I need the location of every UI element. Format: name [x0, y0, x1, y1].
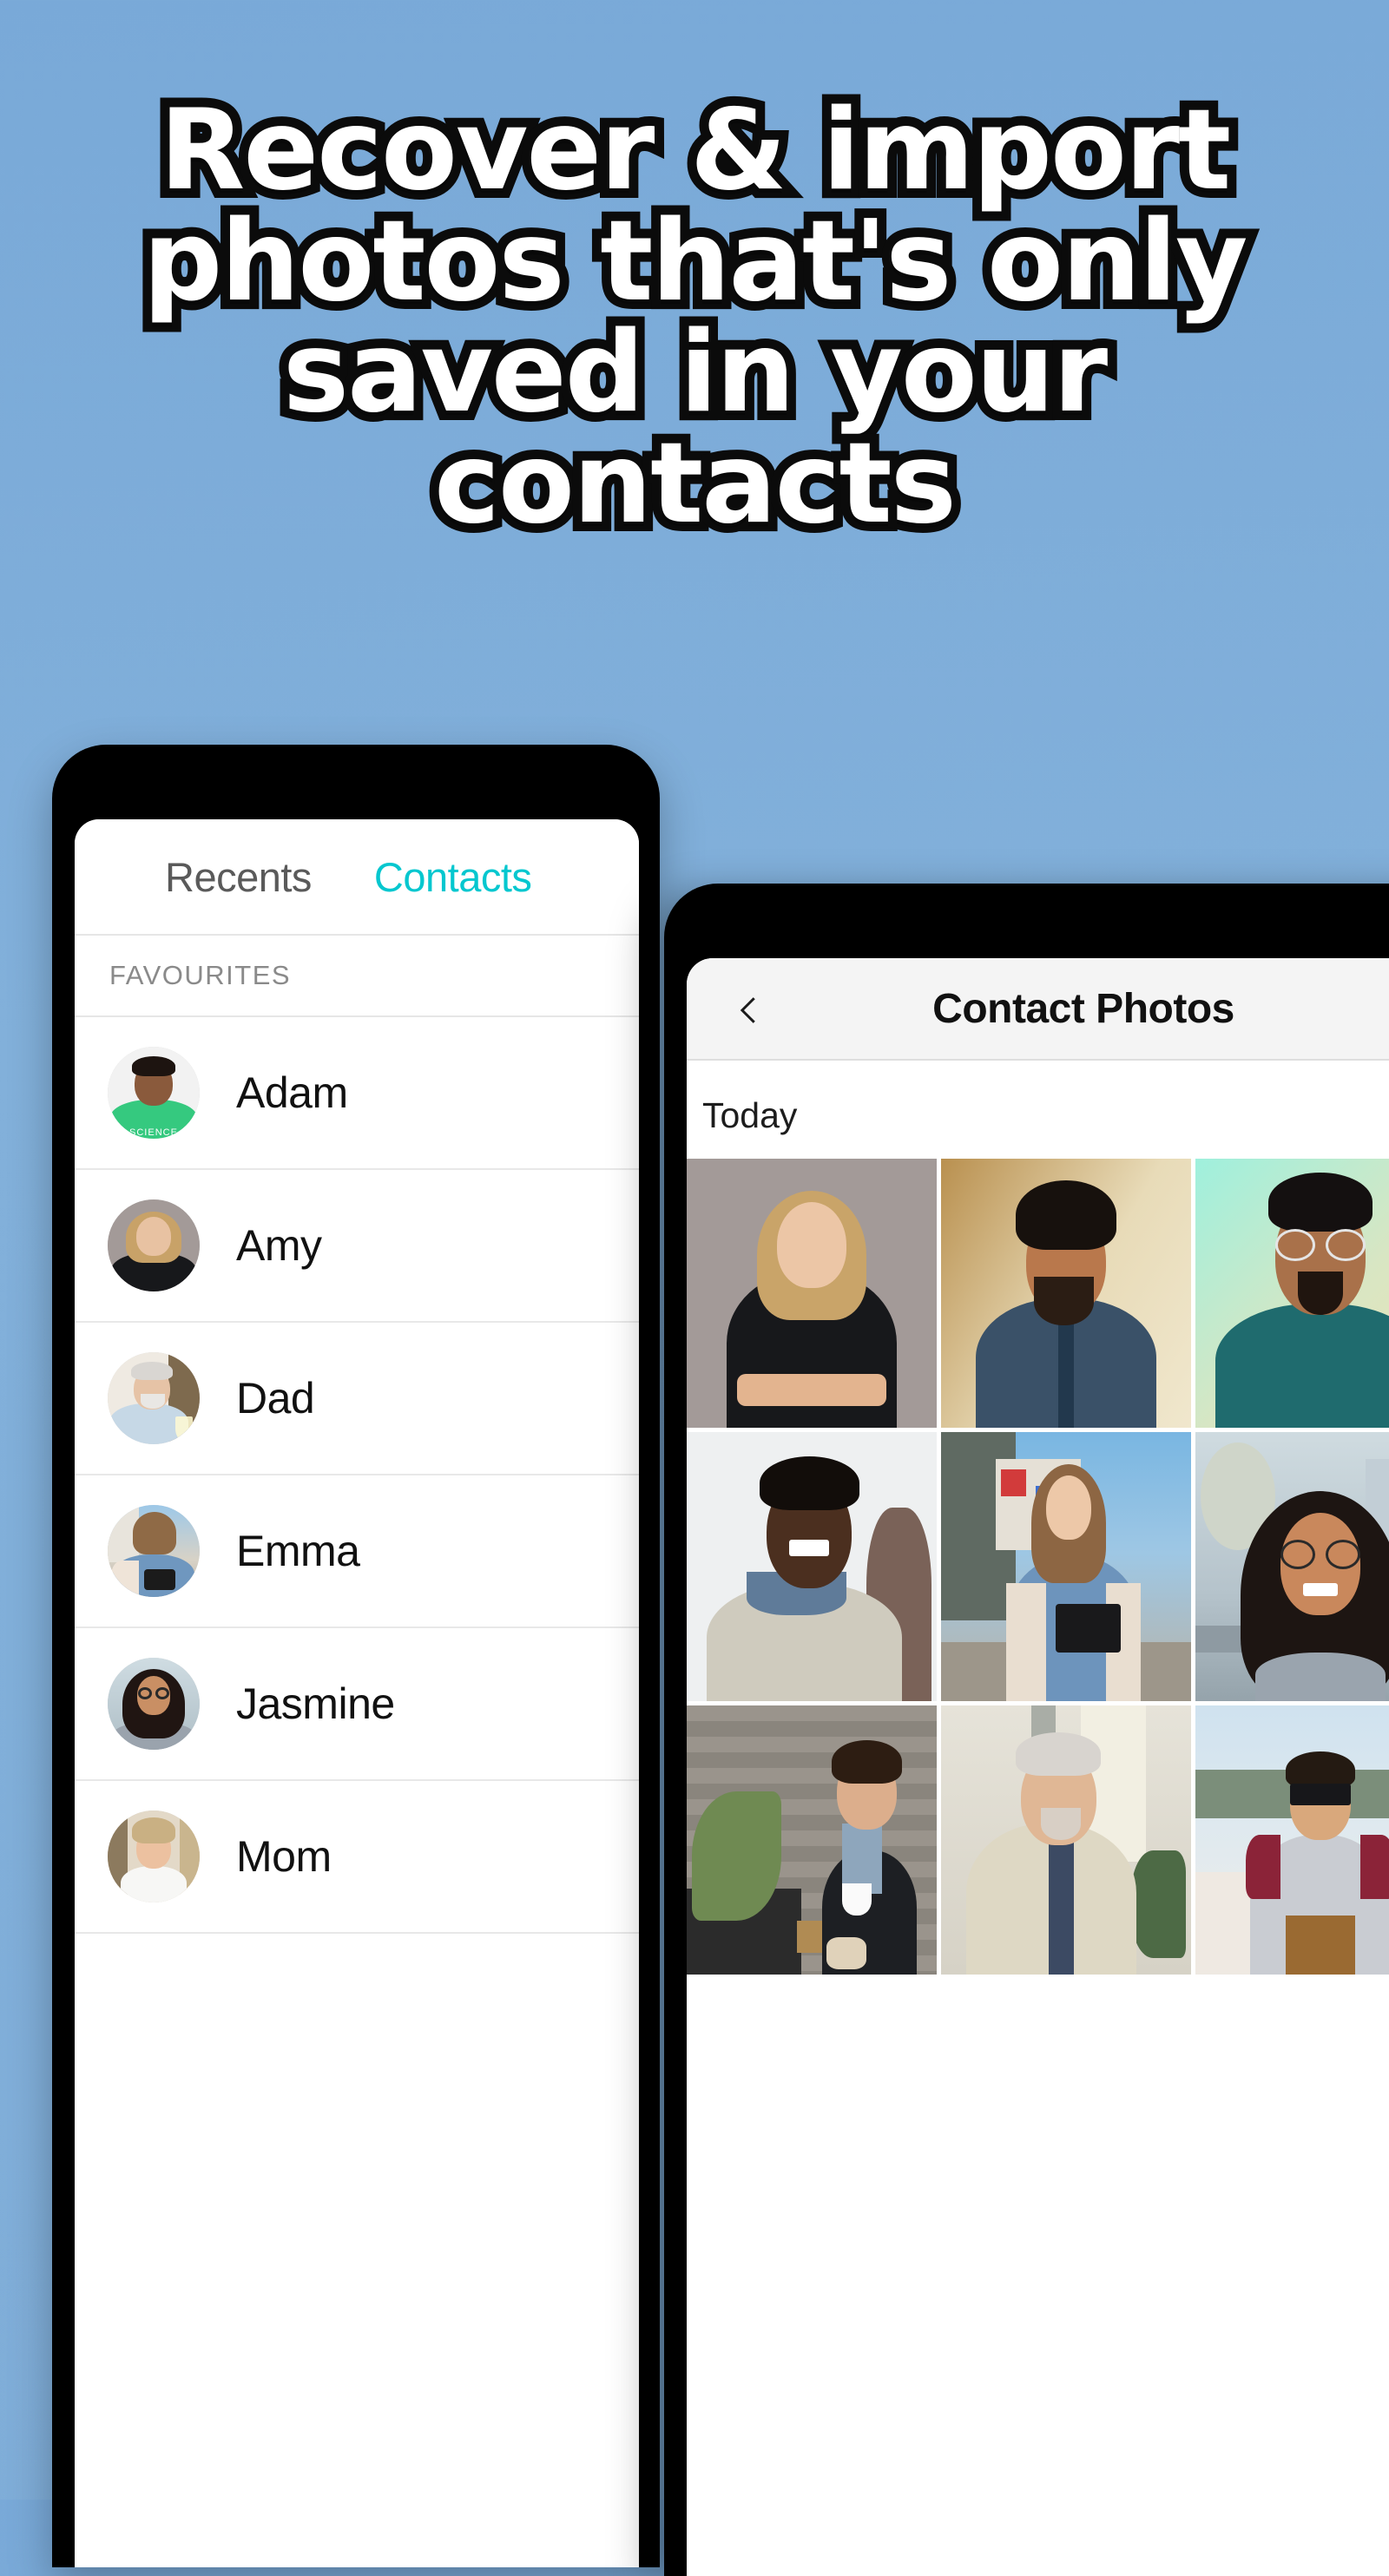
volume-down-button[interactable] [52, 1231, 56, 1430]
photo-thumbnail[interactable] [941, 1432, 1191, 1701]
contact-name: Adam [236, 1068, 348, 1117]
navigation-bar: Contact Photos [687, 958, 1389, 1061]
contact-name: Amy [236, 1221, 322, 1270]
photo-thumbnail[interactable] [1195, 1432, 1389, 1701]
favourites-section-header: FAVOURITES [75, 934, 639, 1017]
contact-name: Jasmine [236, 1679, 395, 1728]
volume-up-button-2[interactable] [664, 1370, 668, 1474]
photo-thumbnail[interactable] [687, 1705, 937, 1975]
tab-contacts[interactable]: Contacts [374, 853, 532, 901]
photo-thumbnail[interactable] [941, 1705, 1191, 1975]
contacts-screen: Recents Contacts FAVOURITES SCIENCE Adam [75, 819, 639, 2567]
contact-row-jasmine[interactable]: Jasmine [75, 1628, 639, 1781]
avatar [108, 1810, 200, 1902]
photo-thumbnail[interactable] [687, 1432, 937, 1701]
tab-bar: Recents Contacts [75, 819, 639, 934]
screen-title: Contact Photos [932, 985, 1234, 1032]
contact-name: Dad [236, 1374, 315, 1423]
contact-name: Emma [236, 1527, 360, 1575]
avatar [108, 1658, 200, 1750]
photo-thumbnail[interactable] [941, 1159, 1191, 1428]
contact-row-amy[interactable]: Amy [75, 1170, 639, 1323]
avatar [108, 1199, 200, 1291]
contact-photos-screen: Contact Photos Today [687, 958, 1389, 2576]
contact-name: Mom [236, 1832, 332, 1881]
phone-photos-mockup: Contact Photos Today [664, 884, 1389, 2576]
contact-row-mom[interactable]: Mom [75, 1781, 639, 1934]
contact-row-emma[interactable]: Emma [75, 1475, 639, 1628]
photo-thumbnail[interactable] [1195, 1705, 1389, 1975]
tab-recents[interactable]: Recents [165, 853, 312, 901]
photo-thumbnail[interactable] [1195, 1159, 1389, 1428]
avatar [108, 1505, 200, 1597]
phone-contacts-mockup: Recents Contacts FAVOURITES SCIENCE Adam [52, 745, 660, 2567]
avatar [108, 1352, 200, 1444]
photo-thumbnail[interactable] [687, 1159, 937, 1428]
avatar: SCIENCE [108, 1047, 200, 1139]
volume-up-button[interactable] [52, 1092, 56, 1196]
day-section-label: Today [687, 1061, 1389, 1159]
page-title: Recover & import photos that's only save… [134, 86, 1258, 549]
contact-row-adam[interactable]: SCIENCE Adam [75, 1017, 639, 1170]
photo-grid [687, 1159, 1389, 1975]
volume-down-button-2[interactable] [664, 1507, 668, 1706]
contact-row-dad[interactable]: Dad [75, 1323, 639, 1475]
chevron-left-icon[interactable] [734, 996, 760, 1023]
